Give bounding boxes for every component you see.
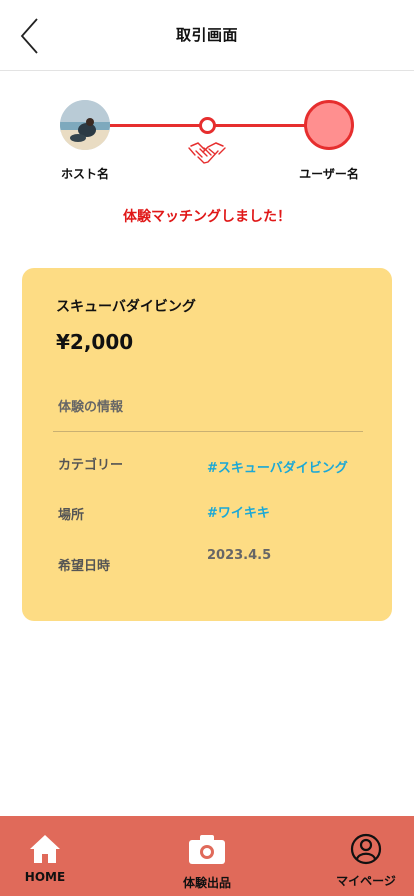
location-tag[interactable]: #ワイキキ [207,502,270,521]
nav-post-experience[interactable]: 体験出品 [167,816,247,896]
divider [53,431,363,432]
page-title: 取引画面 [175,26,238,44]
nav-home[interactable]: HOME [10,816,80,896]
location-label: 場所 [58,508,85,523]
nav-mypage[interactable]: マイページ [326,816,406,896]
category-tag[interactable]: #スキューバダイビング [207,457,348,476]
host-name-label: ホスト名 [60,167,109,181]
user-name-label: ユーザー名 [299,167,359,181]
experience-title: スキューバダイビング [56,299,196,315]
progress-mid-dot [199,117,216,134]
header: 取引画面 [0,0,414,71]
handshake-icon [188,142,226,164]
host-photo [60,100,110,150]
category-label: カテゴリー [58,458,124,473]
host-avatar[interactable] [60,100,110,150]
progress-line-right [212,124,308,127]
user-avatar[interactable] [304,100,354,150]
nav-post-label: 体験出品 [182,876,231,890]
user-circle-icon [350,833,382,865]
experience-info-heading: 体験の情報 [58,400,124,415]
match-progress: ホスト名 ユーザー名 [0,95,414,190]
camera-icon [189,835,225,864]
nav-mypage-label: マイページ [336,874,396,888]
bottom-nav: HOME 体験出品 マイページ [0,816,414,896]
progress-line-left [100,124,204,127]
experience-card: スキューバダイビング ¥2,000 体験の情報 カテゴリー #スキューバダイビン… [22,268,392,621]
match-message: 体験マッチングしました！ [123,209,291,225]
date-label: 希望日時 [58,559,111,574]
home-icon [30,835,60,863]
nav-home-label: HOME [24,870,66,884]
date-value: 2023.4.5 [207,548,272,563]
experience-price: ¥2,000 [56,330,134,354]
